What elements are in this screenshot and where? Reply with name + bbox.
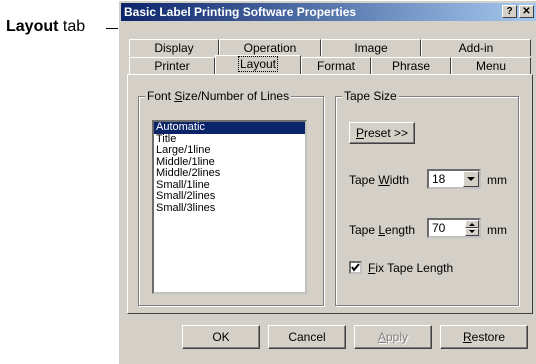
tape-size-group-label: Tape Size — [342, 89, 399, 103]
arrow-down-icon — [469, 230, 475, 233]
cancel-button[interactable]: Cancel — [268, 325, 346, 349]
help-icon: ? — [506, 6, 513, 17]
tape-length-label: Tape Length — [349, 223, 416, 237]
tab-display[interactable]: Display — [129, 39, 219, 56]
tape-length-stepper[interactable]: 70 — [427, 218, 481, 238]
arrow-up-icon — [469, 223, 475, 226]
tab-menu[interactable]: Menu — [451, 57, 531, 74]
title-bar: Basic Label Printing Software Properties… — [121, 3, 536, 21]
font-size-group-label: Font Size/Number of Lines — [145, 89, 292, 103]
dialog-title: Basic Label Printing Software Properties — [124, 5, 357, 19]
stepper-up-button[interactable] — [465, 220, 479, 228]
tape-width-select[interactable]: 18 — [427, 169, 481, 189]
font-size-listbox[interactable]: Automatic Title Large/1line Middle/1line… — [152, 120, 307, 294]
tab-add-in[interactable]: Add-in — [421, 39, 531, 56]
stepper-down-button[interactable] — [465, 228, 479, 236]
list-item[interactable]: Large/1line — [154, 144, 305, 157]
layout-tab-panel: Font Size/Number of Lines Automatic Titl… — [127, 74, 533, 314]
close-button[interactable]: ✕ — [519, 5, 534, 18]
fix-tape-length-label: Fix Tape Length — [368, 261, 454, 275]
callout-label: Layout tab — [6, 18, 86, 35]
help-button[interactable]: ? — [502, 5, 517, 18]
font-size-group: Font Size/Number of Lines Automatic Titl… — [138, 89, 324, 306]
apply-button[interactable]: Apply — [354, 325, 432, 349]
tape-length-value: 70 — [432, 221, 446, 235]
fix-tape-length-checkbox[interactable] — [349, 261, 362, 274]
tape-width-value: 18 — [432, 172, 446, 186]
properties-dialog: Basic Label Printing Software Properties… — [118, 0, 536, 364]
ok-button[interactable]: OK — [182, 325, 260, 349]
tab-image[interactable]: Image — [321, 39, 421, 56]
checkmark-icon — [351, 263, 360, 272]
tab-format[interactable]: Format — [301, 57, 371, 74]
tab-operation[interactable]: Operation — [219, 39, 321, 56]
restore-button[interactable]: Restore — [440, 325, 528, 349]
tab-layout[interactable]: Layout — [215, 55, 301, 74]
close-icon: ✕ — [522, 6, 531, 17]
list-item[interactable]: Small/2lines — [154, 190, 305, 203]
preset-button[interactable]: Preset >> — [349, 122, 415, 144]
dropdown-button[interactable] — [463, 171, 479, 187]
chevron-down-icon — [467, 177, 475, 181]
tab-phrase[interactable]: Phrase — [371, 57, 451, 74]
tape-size-group: Tape Size Preset >> Tape Width 18 mm Tap… — [335, 89, 519, 306]
list-item[interactable]: Automatic — [154, 121, 305, 134]
list-item[interactable]: Middle/2lines — [154, 167, 305, 180]
tape-width-label: Tape Width — [349, 173, 410, 187]
tape-length-unit: mm — [487, 223, 507, 237]
tape-width-unit: mm — [487, 173, 507, 187]
list-item[interactable]: Small/3lines — [154, 202, 305, 215]
tab-printer[interactable]: Printer — [129, 57, 215, 74]
